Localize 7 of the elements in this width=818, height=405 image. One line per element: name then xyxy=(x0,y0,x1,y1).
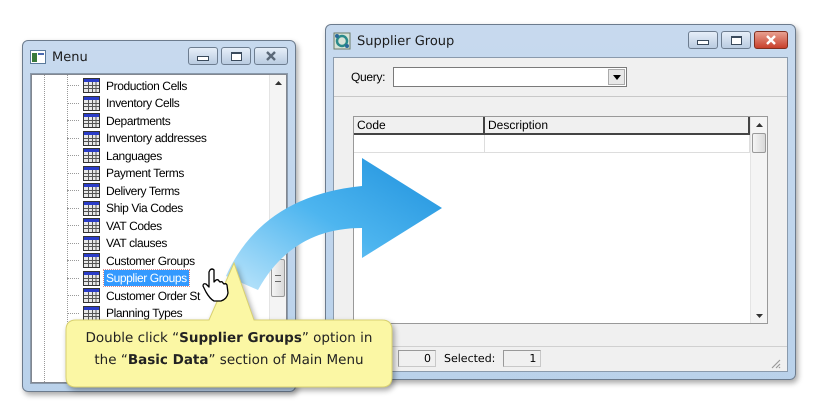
window-title: Menu xyxy=(52,50,89,64)
callout-text: Double click “Supplier Groups” option in the “Basic Data” section of Main Menu xyxy=(84,329,374,370)
status-count: 0 xyxy=(398,350,436,366)
status-selected-count: 1 xyxy=(503,350,542,366)
status-label: Selected: xyxy=(444,352,496,364)
window-title: Supplier Group xyxy=(357,34,456,48)
query-label: Query: xyxy=(351,70,386,84)
